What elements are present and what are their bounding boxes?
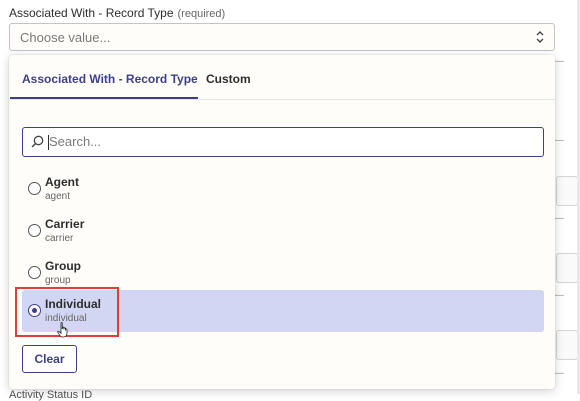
field-label-text: Associated With - Record Type <box>9 6 174 20</box>
background-fragment: — <box>554 290 564 301</box>
clear-button[interactable]: Clear <box>22 345 77 373</box>
option-value: agent <box>45 191 71 202</box>
field-label: Associated With - Record Type (required) <box>9 6 225 20</box>
tab-custom[interactable]: Custom <box>206 72 251 86</box>
radio-button-selected[interactable] <box>28 304 41 317</box>
option-label: Agent <box>45 175 79 189</box>
background-field <box>556 253 578 283</box>
option-label: Individual <box>45 297 102 311</box>
option-group[interactable]: Group group <box>22 252 544 294</box>
radio-button[interactable] <box>28 266 41 279</box>
background-field <box>556 330 578 360</box>
background-fragment: — <box>554 135 564 146</box>
background-fragment: — <box>554 213 564 224</box>
tab-associated-with-record-type[interactable]: Associated With - Record Type <box>22 72 198 86</box>
text-caret <box>48 135 49 150</box>
radio-button[interactable] <box>28 224 41 237</box>
option-value: group <box>45 275 71 286</box>
record-type-dropdown: Associated With - Record Type Custom Age… <box>9 55 555 389</box>
search-icon <box>31 135 44 148</box>
active-tab-indicator <box>10 97 198 99</box>
chevron-updown-icon <box>536 31 544 43</box>
required-indicator: (required) <box>177 8 226 20</box>
option-individual[interactable]: Individual individual <box>22 290 544 332</box>
next-field-label: Activity Status ID <box>9 389 93 401</box>
option-value: carrier <box>45 233 74 244</box>
background-fragment: — <box>554 368 564 379</box>
radio-dot <box>32 308 37 313</box>
search-input[interactable] <box>49 128 529 155</box>
search-box[interactable] <box>22 127 544 157</box>
option-agent[interactable]: Agent agent <box>22 168 544 210</box>
hand-pointer-icon <box>57 322 68 338</box>
record-type-select[interactable]: Choose value... <box>9 23 555 51</box>
background-field <box>556 176 578 206</box>
option-label: Carrier <box>45 217 85 231</box>
dropdown-tabs: Associated With - Record Type Custom <box>9 55 555 100</box>
radio-button[interactable] <box>28 182 41 195</box>
option-label: Group <box>45 259 81 273</box>
background-fragment: — <box>554 56 564 67</box>
option-carrier[interactable]: Carrier carrier <box>22 210 544 252</box>
select-placeholder: Choose value... <box>20 30 111 45</box>
